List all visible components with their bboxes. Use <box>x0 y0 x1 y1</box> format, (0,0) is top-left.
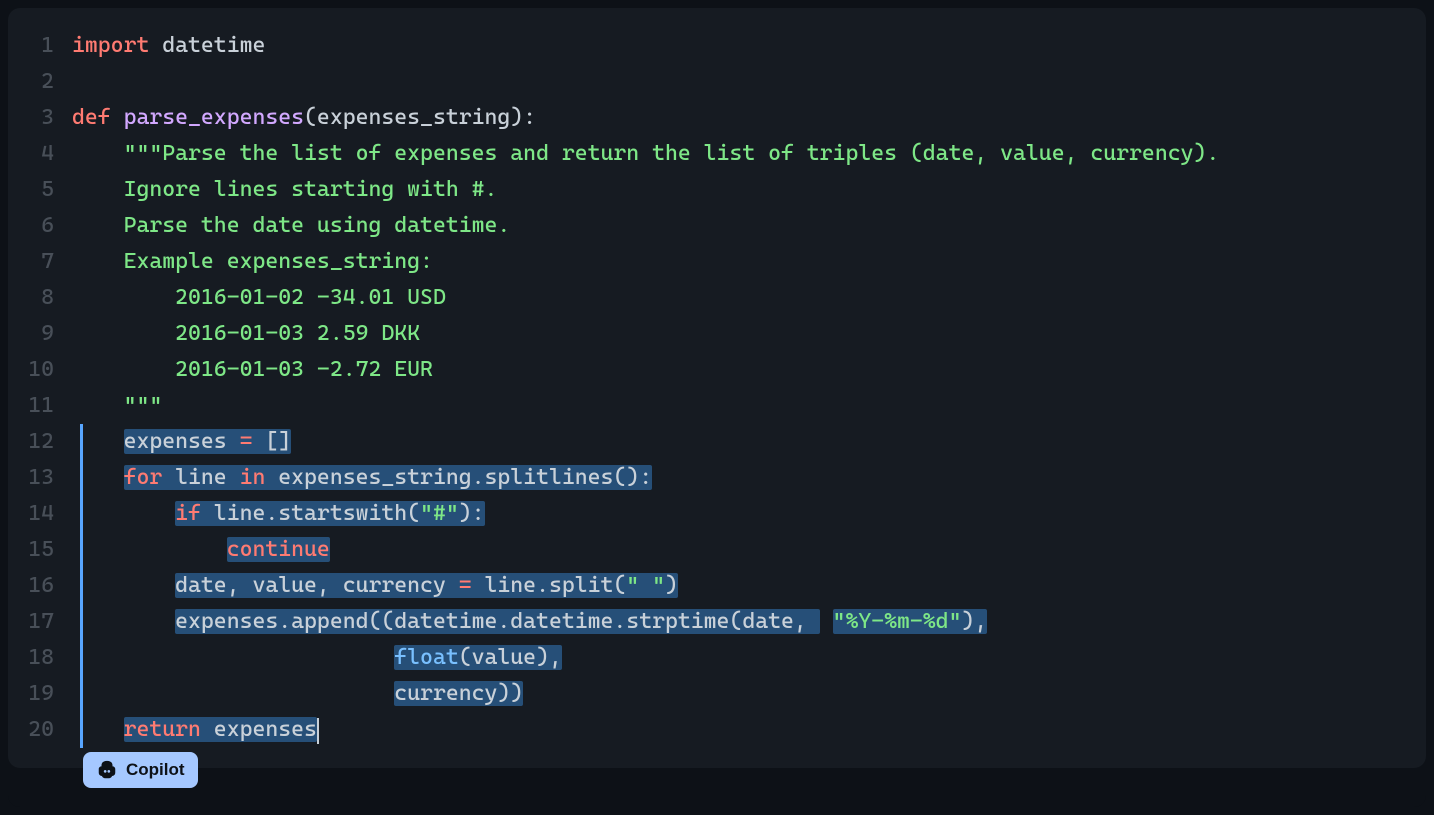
code-content[interactable]: """Parse the list of expenses and return… <box>72 136 1426 172</box>
code-line[interactable]: 12 expenses = [] <box>8 424 1426 460</box>
code-content[interactable]: 2016-01-03 -2.72 EUR <box>72 352 1426 388</box>
highlight-bar <box>80 712 83 748</box>
bottom-shadow <box>8 777 1426 807</box>
code-content[interactable]: import datetime <box>72 28 1426 64</box>
line-number: 4 <box>8 136 72 172</box>
highlight-bar <box>80 460 83 496</box>
line-number: 17 <box>8 604 72 640</box>
line-number: 14 <box>8 496 72 532</box>
code-line[interactable]: 20 return expenses <box>8 712 1426 748</box>
line-number: 12 <box>8 424 72 460</box>
code-line[interactable]: 17 expenses.append((datetime.datetime.st… <box>8 604 1426 640</box>
code-content[interactable]: Parse the date using datetime. <box>72 208 1426 244</box>
line-number: 8 <box>8 280 72 316</box>
code-line[interactable]: 19 currency)) <box>8 676 1426 712</box>
code-line[interactable]: 10 2016-01-03 -2.72 EUR <box>8 352 1426 388</box>
code-content[interactable]: Ignore lines starting with #. <box>72 172 1426 208</box>
code-line[interactable]: 8 2016-01-02 -34.01 USD <box>8 280 1426 316</box>
code-line[interactable]: 18 float(value), <box>8 640 1426 676</box>
line-number: 2 <box>8 64 72 100</box>
highlight-bar <box>80 676 83 712</box>
code-content[interactable]: date, value, currency = line.split(" ") <box>72 568 1426 604</box>
code-content[interactable]: if line.startswith("#"): <box>72 496 1426 532</box>
code-line[interactable]: 3 def parse_expenses(expenses_string): <box>8 100 1426 136</box>
copilot-label: Copilot <box>126 760 185 780</box>
line-number: 20 <box>8 712 72 748</box>
code-line[interactable]: 4 """Parse the list of expenses and retu… <box>8 136 1426 172</box>
line-number: 15 <box>8 532 72 568</box>
code-line[interactable]: 5 Ignore lines starting with #. <box>8 172 1426 208</box>
code-line[interactable]: 9 2016-01-03 2.59 DKK <box>8 316 1426 352</box>
code-content[interactable]: def parse_expenses(expenses_string): <box>72 100 1426 136</box>
code-lines-container[interactable]: 1 import datetime 2 3 def parse_expenses… <box>8 28 1426 748</box>
line-number: 1 <box>8 28 72 64</box>
code-line[interactable]: 14 if line.startswith("#"): <box>8 496 1426 532</box>
code-line[interactable]: 13 for line in expenses_string.splitline… <box>8 460 1426 496</box>
highlight-bar <box>80 424 83 460</box>
line-number: 7 <box>8 244 72 280</box>
highlight-bar <box>80 532 83 568</box>
highlight-bar <box>80 496 83 532</box>
code-line[interactable]: 16 date, value, currency = line.split(" … <box>8 568 1426 604</box>
code-content[interactable]: 2016-01-02 -34.01 USD <box>72 280 1426 316</box>
code-content[interactable]: Example expenses_string: <box>72 244 1426 280</box>
code-content[interactable]: expenses = [] <box>72 424 1426 460</box>
line-number: 18 <box>8 640 72 676</box>
code-content[interactable]: continue <box>72 532 1426 568</box>
code-content[interactable]: for line in expenses_string.splitlines()… <box>72 460 1426 496</box>
line-number: 10 <box>8 352 72 388</box>
text-cursor <box>317 718 319 744</box>
line-number: 3 <box>8 100 72 136</box>
code-editor[interactable]: 1 import datetime 2 3 def parse_expenses… <box>8 8 1426 768</box>
copilot-badge[interactable]: Copilot <box>83 752 198 788</box>
line-number: 9 <box>8 316 72 352</box>
code-content[interactable]: 2016-01-03 2.59 DKK <box>72 316 1426 352</box>
code-line[interactable]: 2 <box>8 64 1426 100</box>
highlight-bar <box>80 604 83 640</box>
line-number: 11 <box>8 388 72 424</box>
line-number: 5 <box>8 172 72 208</box>
copilot-icon <box>96 759 118 781</box>
line-number: 13 <box>8 460 72 496</box>
code-line[interactable]: 1 import datetime <box>8 28 1426 64</box>
line-number: 6 <box>8 208 72 244</box>
code-content[interactable]: float(value), <box>72 640 1426 676</box>
code-content[interactable]: expenses.append((datetime.datetime.strpt… <box>72 604 1426 640</box>
line-number: 19 <box>8 676 72 712</box>
code-line[interactable]: 15 continue <box>8 532 1426 568</box>
code-line[interactable]: 6 Parse the date using datetime. <box>8 208 1426 244</box>
code-content[interactable]: currency)) <box>72 676 1426 712</box>
highlight-bar <box>80 640 83 676</box>
code-content[interactable]: return expenses <box>72 712 1426 748</box>
line-number: 16 <box>8 568 72 604</box>
code-line[interactable]: 7 Example expenses_string: <box>8 244 1426 280</box>
code-content[interactable]: """ <box>72 388 1426 424</box>
code-line[interactable]: 11 """ <box>8 388 1426 424</box>
highlight-bar <box>80 568 83 604</box>
